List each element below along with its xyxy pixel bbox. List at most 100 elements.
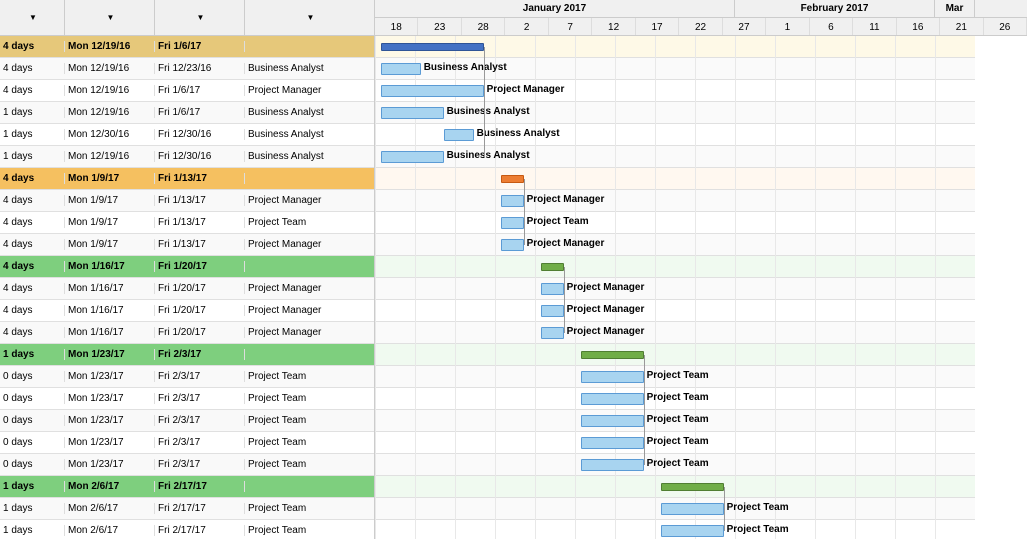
task-row[interactable]: 4 days Mon 1/9/17 Fri 1/13/17 Project Ma… <box>0 234 374 256</box>
gantt-row <box>375 520 975 539</box>
gantt-row <box>375 344 975 366</box>
gantt-row <box>375 146 975 168</box>
cell-finish: Fri 1/13/17 <box>155 173 245 184</box>
header-duration[interactable]: ▼ <box>0 0 65 35</box>
task-row[interactable]: 1 days Mon 12/19/16 Fri 12/30/16 Busines… <box>0 146 374 168</box>
cell-finish: Fri 1/6/17 <box>155 41 245 52</box>
gantt-row <box>375 300 975 322</box>
cell-start: Mon 12/19/16 <box>65 151 155 162</box>
task-row[interactable]: 0 days Mon 1/23/17 Fri 2/3/17 Project Te… <box>0 366 374 388</box>
header-row: ▼ ▼ ▼ ▼ <box>0 0 374 36</box>
task-row[interactable]: 4 days Mon 1/16/17 Fri 1/20/17 Project M… <box>0 300 374 322</box>
cell-start: Mon 1/16/17 <box>65 327 155 338</box>
cell-resource: Project Team <box>245 503 374 514</box>
cell-finish: Fri 2/3/17 <box>155 437 245 448</box>
cell-finish: Fri 2/3/17 <box>155 349 245 360</box>
cell-finish: Fri 2/3/17 <box>155 393 245 404</box>
gantt-row <box>375 454 975 476</box>
gantt-row <box>375 366 975 388</box>
week-label: 22 <box>679 18 722 36</box>
cell-duration: 0 days <box>0 393 65 404</box>
cell-duration: 1 days <box>0 525 65 536</box>
cell-duration: 1 days <box>0 107 65 118</box>
task-row[interactable]: 4 days Mon 1/9/17 Fri 1/13/17 Project Ma… <box>0 190 374 212</box>
cell-duration: 4 days <box>0 173 65 184</box>
cell-resource: Project Team <box>245 437 374 448</box>
finish-sort-icon: ▼ <box>197 13 205 22</box>
task-row[interactable]: 1 days Mon 2/6/17 Fri 2/17/17 <box>0 476 374 498</box>
gantt-row <box>375 256 975 278</box>
cell-resource: Project Team <box>245 217 374 228</box>
task-row[interactable]: 4 days Mon 1/9/17 Fri 1/13/17 <box>0 168 374 190</box>
cell-finish: Fri 1/20/17 <box>155 327 245 338</box>
gantt-row <box>375 278 975 300</box>
cell-finish: Fri 2/17/17 <box>155 503 245 514</box>
task-row[interactable]: 4 days Mon 1/9/17 Fri 1/13/17 Project Te… <box>0 212 374 234</box>
cell-finish: Fri 1/6/17 <box>155 107 245 118</box>
right-panel: January 2017February 2017Mar182328271217… <box>375 0 1027 539</box>
cell-start: Mon 2/6/17 <box>65 481 155 492</box>
week-label: 16 <box>897 18 940 36</box>
cell-start: Mon 1/23/17 <box>65 393 155 404</box>
cell-resource: Project Team <box>245 393 374 404</box>
header-finish[interactable]: ▼ <box>155 0 245 35</box>
cell-start: Mon 12/19/16 <box>65 85 155 96</box>
week-label: 6 <box>810 18 853 36</box>
task-row[interactable]: 4 days Mon 1/16/17 Fri 1/20/17 <box>0 256 374 278</box>
task-row[interactable]: 0 days Mon 1/23/17 Fri 2/3/17 Project Te… <box>0 410 374 432</box>
gantt-row <box>375 102 975 124</box>
week-label: 11 <box>853 18 896 36</box>
cell-duration: 0 days <box>0 371 65 382</box>
task-row[interactable]: 0 days Mon 1/23/17 Fri 2/3/17 Project Te… <box>0 454 374 476</box>
gantt-row <box>375 234 975 256</box>
cell-resource: Project Manager <box>245 195 374 206</box>
gantt-row <box>375 168 975 190</box>
cell-finish: Fri 2/3/17 <box>155 371 245 382</box>
gantt-row <box>375 476 975 498</box>
cell-finish: Fri 2/3/17 <box>155 459 245 470</box>
cell-start: Mon 12/19/16 <box>65 107 155 118</box>
task-row[interactable]: 0 days Mon 1/23/17 Fri 2/3/17 Project Te… <box>0 388 374 410</box>
task-row[interactable]: 1 days Mon 1/23/17 Fri 2/3/17 <box>0 344 374 366</box>
cell-duration: 0 days <box>0 437 65 448</box>
task-row[interactable]: 4 days Mon 12/19/16 Fri 1/6/17 <box>0 36 374 58</box>
cell-resource: Project Manager <box>245 305 374 316</box>
cell-resource: Project Manager <box>245 85 374 96</box>
task-row[interactable]: 1 days Mon 2/6/17 Fri 2/17/17 Project Te… <box>0 498 374 520</box>
cell-start: Mon 1/16/17 <box>65 261 155 272</box>
cell-finish: Fri 12/30/16 <box>155 151 245 162</box>
week-label: 12 <box>592 18 635 36</box>
cell-resource: Project Team <box>245 415 374 426</box>
cell-resource: Project Manager <box>245 283 374 294</box>
cell-resource: Project Team <box>245 459 374 470</box>
gantt-row <box>375 80 975 102</box>
cell-start: Mon 1/16/17 <box>65 305 155 316</box>
cell-duration: 4 days <box>0 195 65 206</box>
week-label: 28 <box>462 18 505 36</box>
task-row[interactable]: 4 days Mon 12/19/16 Fri 12/23/16 Busines… <box>0 58 374 80</box>
task-row[interactable]: 1 days Mon 12/19/16 Fri 1/6/17 Business … <box>0 102 374 124</box>
cell-resource: Project Team <box>245 525 374 536</box>
cell-finish: Fri 1/13/17 <box>155 239 245 250</box>
cell-duration: 4 days <box>0 327 65 338</box>
month-label: February 2017 <box>735 0 935 17</box>
duration-sort-icon: ▼ <box>29 13 37 22</box>
task-row[interactable]: 0 days Mon 1/23/17 Fri 2/3/17 Project Te… <box>0 432 374 454</box>
cell-duration: 0 days <box>0 459 65 470</box>
task-row[interactable]: 1 days Mon 12/30/16 Fri 12/30/16 Busines… <box>0 124 374 146</box>
gantt-header: January 2017February 2017Mar182328271217… <box>375 0 1027 36</box>
month-label: Mar <box>935 0 975 17</box>
cell-duration: 1 days <box>0 349 65 360</box>
cell-duration: 4 days <box>0 217 65 228</box>
header-resource[interactable]: ▼ <box>245 0 374 35</box>
gantt-row <box>375 124 975 146</box>
header-start[interactable]: ▼ <box>65 0 155 35</box>
task-row[interactable]: 4 days Mon 12/19/16 Fri 1/6/17 Project M… <box>0 80 374 102</box>
task-row[interactable]: 1 days Mon 2/6/17 Fri 2/17/17 Project Te… <box>0 520 374 539</box>
cell-duration: 1 days <box>0 481 65 492</box>
week-label: 26 <box>984 18 1027 36</box>
task-row[interactable]: 4 days Mon 1/16/17 Fri 1/20/17 Project M… <box>0 278 374 300</box>
start-sort-icon: ▼ <box>107 13 115 22</box>
left-panel: ▼ ▼ ▼ ▼ 4 days Mon 12/19/16 Fri 1/6/17 4… <box>0 0 375 539</box>
task-row[interactable]: 4 days Mon 1/16/17 Fri 1/20/17 Project M… <box>0 322 374 344</box>
